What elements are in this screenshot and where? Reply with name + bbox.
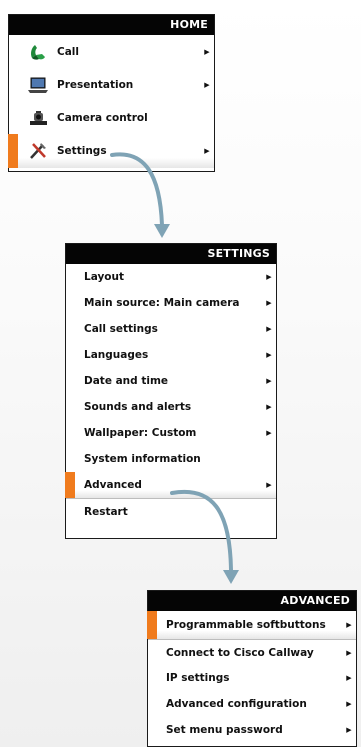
arrowhead-icon bbox=[154, 224, 170, 238]
arrowhead-icon bbox=[223, 570, 239, 584]
connector-arrow-home-to-settings bbox=[110, 152, 164, 227]
connector-arrows bbox=[110, 152, 239, 584]
connector-arrow-settings-to-advanced bbox=[170, 489, 233, 572]
